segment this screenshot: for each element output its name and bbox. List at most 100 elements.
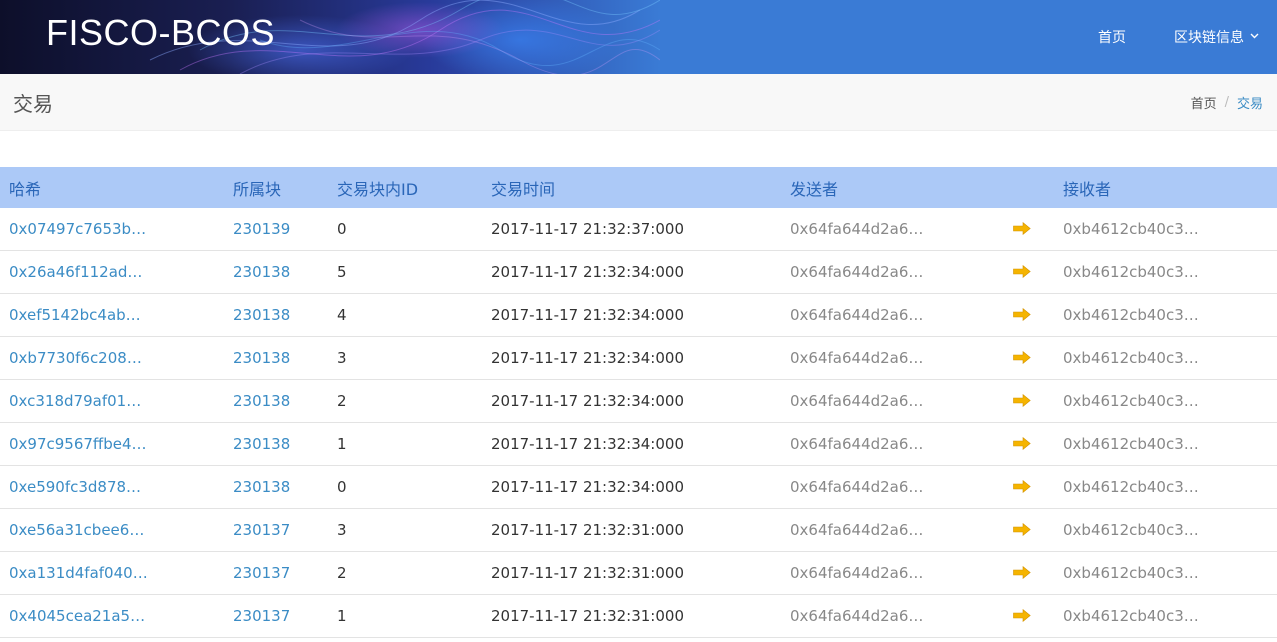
tx-index-value: 0: [328, 465, 482, 509]
arrow-right-icon: [1013, 265, 1031, 278]
tx-hash-link[interactable]: 0xa131d4faf040…: [0, 551, 224, 595]
tx-index-value: 0: [328, 208, 482, 251]
tx-direction-cell: [1001, 594, 1054, 638]
tx-direction-cell: [1001, 508, 1054, 552]
brand-logo-text[interactable]: FISCO-BCOS: [46, 12, 275, 54]
tx-block-link[interactable]: 230139: [224, 208, 328, 251]
tx-index-value: 3: [328, 508, 482, 552]
header-receiver: 接收者: [1063, 179, 1112, 199]
tx-receiver-value: 0xb4612cb40c3…: [1054, 551, 1277, 595]
tx-index-value: 1: [328, 422, 482, 466]
tx-receiver-value: 0xb4612cb40c3…: [1054, 379, 1277, 423]
page-title: 交易: [13, 92, 53, 116]
tx-time-value: 2017-11-17 21:32:31:000: [482, 508, 781, 552]
tx-index-value: 5: [328, 250, 482, 294]
tx-hash-link[interactable]: 0x97c9567ffbe4…: [0, 422, 224, 466]
tx-block-link[interactable]: 230138: [224, 422, 328, 466]
tx-sender-value: 0x64fa644d2a6…: [781, 250, 1001, 294]
tx-index-value: 2: [328, 379, 482, 423]
table-row: 0xef5142bc4ab… 230138 4 2017-11-17 21:32…: [0, 293, 1277, 337]
tx-receiver-value: 0xb4612cb40c3…: [1054, 422, 1277, 466]
arrow-right-icon: [1013, 609, 1031, 622]
nav-menu: 首页 区块链信息: [1080, 0, 1277, 74]
tx-index-value: 4: [328, 293, 482, 337]
breadcrumb-home-link[interactable]: 首页: [1191, 93, 1217, 112]
nav-home-label: 首页: [1098, 30, 1126, 46]
breadcrumb: 首页 / 交易: [1191, 93, 1263, 112]
tx-block-link[interactable]: 230138: [224, 465, 328, 509]
tx-sender-value: 0x64fa644d2a6…: [781, 508, 1001, 552]
tx-sender-value: 0x64fa644d2a6…: [781, 594, 1001, 638]
tx-time-value: 2017-11-17 21:32:31:000: [482, 594, 781, 638]
table-row: 0xe56a31cbee6… 230137 3 2017-11-17 21:32…: [0, 508, 1277, 552]
tx-block-link[interactable]: 230138: [224, 293, 328, 337]
table-row: 0xb7730f6c208… 230138 3 2017-11-17 21:32…: [0, 336, 1277, 380]
tx-receiver-value: 0xb4612cb40c3…: [1054, 293, 1277, 337]
nav-blockchain-info-label: 区块链信息: [1174, 30, 1244, 46]
tx-direction-cell: [1001, 293, 1054, 337]
tx-block-link[interactable]: 230137: [224, 551, 328, 595]
tx-direction-cell: [1001, 250, 1054, 294]
table-row: 0x4045cea21a5… 230137 1 2017-11-17 21:32…: [0, 594, 1277, 638]
breadcrumb-separator: /: [1224, 95, 1229, 110]
tx-block-link[interactable]: 230138: [224, 379, 328, 423]
header-block: 所属块: [233, 179, 282, 199]
table-row: 0x07497c7653b… 230139 0 2017-11-17 21:32…: [0, 208, 1277, 251]
tx-hash-link[interactable]: 0xe56a31cbee6…: [0, 508, 224, 552]
chevron-down-icon: [1250, 31, 1259, 42]
table-row: 0xa131d4faf040… 230137 2 2017-11-17 21:3…: [0, 551, 1277, 595]
table-row: 0xc318d79af01… 230138 2 2017-11-17 21:32…: [0, 379, 1277, 423]
tx-hash-link[interactable]: 0x07497c7653b…: [0, 208, 224, 251]
arrow-right-icon: [1013, 394, 1031, 407]
arrow-right-icon: [1013, 308, 1031, 321]
tx-index-value: 1: [328, 594, 482, 638]
tx-direction-cell: [1001, 336, 1054, 380]
tx-sender-value: 0x64fa644d2a6…: [781, 422, 1001, 466]
tx-hash-link[interactable]: 0xb7730f6c208…: [0, 336, 224, 380]
header-arrow: [1001, 167, 1054, 208]
transactions-table-body: 0x07497c7653b… 230139 0 2017-11-17 21:32…: [0, 208, 1277, 638]
tx-hash-link[interactable]: 0xe590fc3d878…: [0, 465, 224, 509]
tx-direction-cell: [1001, 422, 1054, 466]
page-header: 交易 首页 / 交易: [0, 74, 1277, 131]
header-tx-index: 交易块内ID: [337, 179, 419, 199]
table-row: 0x26a46f112ad… 230138 5 2017-11-17 21:32…: [0, 250, 1277, 294]
tx-time-value: 2017-11-17 21:32:34:000: [482, 422, 781, 466]
tx-time-value: 2017-11-17 21:32:34:000: [482, 250, 781, 294]
tx-hash-link[interactable]: 0x26a46f112ad…: [0, 250, 224, 294]
header-hash: 哈希: [9, 179, 42, 199]
tx-block-link[interactable]: 230138: [224, 336, 328, 380]
header-sender: 发送者: [790, 179, 839, 199]
transactions-table: 哈希 所属块 交易块内ID 交易时间 发送者 接收者 0x07497c7653b…: [0, 167, 1277, 638]
tx-direction-cell: [1001, 208, 1054, 251]
tx-block-link[interactable]: 230137: [224, 594, 328, 638]
arrow-right-icon: [1013, 566, 1031, 579]
tx-receiver-value: 0xb4612cb40c3…: [1054, 465, 1277, 509]
tx-time-value: 2017-11-17 21:32:34:000: [482, 379, 781, 423]
tx-receiver-value: 0xb4612cb40c3…: [1054, 594, 1277, 638]
nav-blockchain-info-dropdown[interactable]: 区块链信息: [1156, 27, 1277, 47]
nav-home-link[interactable]: 首页: [1080, 27, 1144, 47]
tx-sender-value: 0x64fa644d2a6…: [781, 336, 1001, 380]
table-row: 0xe590fc3d878… 230138 0 2017-11-17 21:32…: [0, 465, 1277, 509]
tx-hash-link[interactable]: 0xef5142bc4ab…: [0, 293, 224, 337]
tx-block-link[interactable]: 230138: [224, 250, 328, 294]
arrow-right-icon: [1013, 523, 1031, 536]
breadcrumb-current: 交易: [1236, 97, 1263, 112]
tx-receiver-value: 0xb4612cb40c3…: [1054, 250, 1277, 294]
tx-direction-cell: [1001, 551, 1054, 595]
tx-receiver-value: 0xb4612cb40c3…: [1054, 336, 1277, 380]
tx-time-value: 2017-11-17 21:32:34:000: [482, 293, 781, 337]
header-tx-time: 交易时间: [491, 179, 556, 199]
tx-direction-cell: [1001, 379, 1054, 423]
tx-hash-link[interactable]: 0xc318d79af01…: [0, 379, 224, 423]
tx-block-link[interactable]: 230137: [224, 508, 328, 552]
arrow-right-icon: [1013, 437, 1031, 450]
tx-time-value: 2017-11-17 21:32:37:000: [482, 208, 781, 251]
tx-hash-link[interactable]: 0x4045cea21a5…: [0, 594, 224, 638]
tx-receiver-value: 0xb4612cb40c3…: [1054, 208, 1277, 251]
tx-index-value: 3: [328, 336, 482, 380]
tx-index-value: 2: [328, 551, 482, 595]
tx-time-value: 2017-11-17 21:32:34:000: [482, 465, 781, 509]
